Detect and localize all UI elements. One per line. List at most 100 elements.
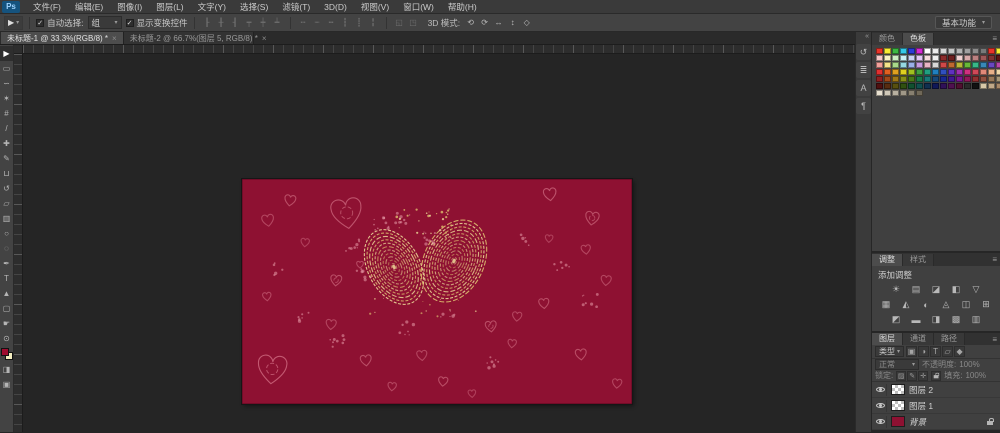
color-swatch[interactable]	[988, 55, 995, 61]
foreground-color-swatch[interactable]	[1, 348, 9, 356]
distribute-vertical-centers-icon[interactable]: ┉	[311, 16, 324, 29]
color-swatch[interactable]	[956, 48, 963, 54]
color-swatch[interactable]	[900, 90, 907, 96]
color-swatch[interactable]	[964, 69, 971, 75]
invert-icon[interactable]: ◩	[889, 313, 903, 326]
filter-smart-object-icon[interactable]: ◆	[954, 346, 965, 357]
hand-tool[interactable]: ☛	[0, 316, 13, 331]
color-swatch[interactable]	[940, 48, 947, 54]
layer-thumbnail[interactable]	[891, 400, 905, 411]
color-swatch[interactable]	[948, 76, 955, 82]
color-swatch[interactable]	[892, 55, 899, 61]
color-swatch[interactable]	[932, 83, 939, 89]
filter-shape-icon[interactable]: ▱	[942, 346, 953, 357]
color-swatch[interactable]	[916, 62, 923, 68]
color-swatch[interactable]	[924, 69, 931, 75]
3d-rotate-icon[interactable]: ⟲	[464, 16, 477, 29]
color-swatch[interactable]	[876, 83, 883, 89]
color-swatch[interactable]	[924, 48, 931, 54]
color-swatch[interactable]	[908, 76, 915, 82]
color-swatch[interactable]	[884, 48, 891, 54]
clone-stamp-tool[interactable]: ⊔	[0, 166, 13, 181]
color-swatch[interactable]	[996, 69, 1000, 75]
color-swatch[interactable]	[908, 69, 915, 75]
color-swatch[interactable]	[980, 69, 987, 75]
menu-item[interactable]: 文字(Y)	[191, 0, 233, 14]
history-brush-tool[interactable]: ↺	[0, 181, 13, 196]
color-swatch[interactable]	[876, 69, 883, 75]
color-swatch[interactable]	[988, 62, 995, 68]
color-swatch[interactable]	[980, 55, 987, 61]
menu-item[interactable]: 图像(I)	[110, 0, 149, 14]
color-swatch[interactable]	[892, 69, 899, 75]
align-top-edges-icon[interactable]: ┯	[243, 16, 256, 29]
vertical-ruler[interactable]	[14, 54, 23, 432]
close-icon[interactable]: ×	[262, 34, 267, 43]
distribute-left-icon[interactable]: ┇	[339, 16, 352, 29]
color-swatch[interactable]	[964, 62, 971, 68]
layers-tab-图层[interactable]: 图层	[872, 333, 903, 345]
color-swatch[interactable]	[972, 69, 979, 75]
horizontal-ruler[interactable]	[23, 45, 855, 54]
color-swatch[interactable]	[988, 83, 995, 89]
ruler-origin[interactable]	[14, 45, 23, 54]
expand-panels-icon[interactable]: «	[856, 32, 871, 42]
gradient-map-icon[interactable]: ▥	[969, 313, 983, 326]
panel-menu-icon[interactable]: ≡	[992, 34, 997, 43]
layer-thumbnail[interactable]	[891, 384, 905, 395]
color-swatch[interactable]	[908, 90, 915, 96]
color-swatch[interactable]	[884, 90, 891, 96]
filter-image-icon[interactable]: ▣	[906, 346, 917, 357]
color-swatch[interactable]	[908, 83, 915, 89]
color-swatch[interactable]	[988, 69, 995, 75]
color-swatch[interactable]	[964, 83, 971, 89]
filter-adjustment-icon[interactable]: ◑	[918, 346, 929, 357]
3d-scale-icon[interactable]: ◇	[520, 16, 533, 29]
color-swatch[interactable]	[956, 76, 963, 82]
3d-drag-icon[interactable]: ↔	[492, 16, 505, 29]
color-swatch[interactable]	[916, 69, 923, 75]
menu-item[interactable]: 选择(S)	[233, 0, 275, 14]
brush-tool[interactable]: ✎	[0, 151, 13, 166]
channel-mixer-icon[interactable]: ◫	[959, 298, 973, 311]
color-swatch[interactable]	[932, 48, 939, 54]
close-icon[interactable]: ×	[112, 34, 117, 43]
eyedropper-tool[interactable]: /	[0, 121, 13, 136]
lock-position-icon[interactable]: ✛	[918, 371, 928, 381]
color-swatch[interactable]	[900, 69, 907, 75]
menu-item[interactable]: 3D(D)	[317, 0, 354, 14]
blend-mode-dropdown[interactable]: 正常 ▾	[875, 359, 919, 370]
lock-transparent-pixels-icon[interactable]: ▨	[896, 371, 906, 381]
color-swatch[interactable]	[900, 55, 907, 61]
color-swatch[interactable]	[988, 76, 995, 82]
color-swatch[interactable]	[956, 69, 963, 75]
color-swatch[interactable]	[916, 48, 923, 54]
color-swatch[interactable]	[932, 62, 939, 68]
color-balance-icon[interactable]: ◭	[899, 298, 913, 311]
type-tool[interactable]: T	[0, 271, 13, 286]
quick-selection-tool[interactable]: ✶	[0, 91, 13, 106]
layer-filter-dropdown[interactable]: 类型 ▾	[875, 346, 904, 357]
color-swatch[interactable]	[980, 62, 987, 68]
color-swatch[interactable]	[996, 83, 1000, 89]
color-swatch[interactable]	[972, 76, 979, 82]
adjustments-tab-调整[interactable]: 调整	[872, 254, 903, 266]
auto-blend-icon[interactable]: ◳	[407, 16, 420, 29]
exposure-icon[interactable]: ◧	[949, 283, 963, 296]
layers-tab-路径[interactable]: 路径	[934, 333, 965, 345]
color-swatch[interactable]	[884, 69, 891, 75]
auto-select-dropdown[interactable]: 组 ▾	[88, 16, 122, 29]
color-swatch[interactable]	[940, 83, 947, 89]
auto-align-layers-icon[interactable]: ◱	[393, 16, 406, 29]
lock-image-pixels-icon[interactable]: ✎	[907, 371, 917, 381]
color-swatch[interactable]	[924, 62, 931, 68]
color-swatch[interactable]	[980, 76, 987, 82]
menu-item[interactable]: 视图(V)	[354, 0, 396, 14]
color-swatch[interactable]	[996, 76, 1000, 82]
blur-tool[interactable]: ○	[0, 226, 13, 241]
posterize-icon[interactable]: ▬	[909, 313, 923, 326]
color-swatch[interactable]	[924, 83, 931, 89]
color-swatch[interactable]	[996, 62, 1000, 68]
color-swatch[interactable]	[924, 76, 931, 82]
color-swatch[interactable]	[876, 62, 883, 68]
